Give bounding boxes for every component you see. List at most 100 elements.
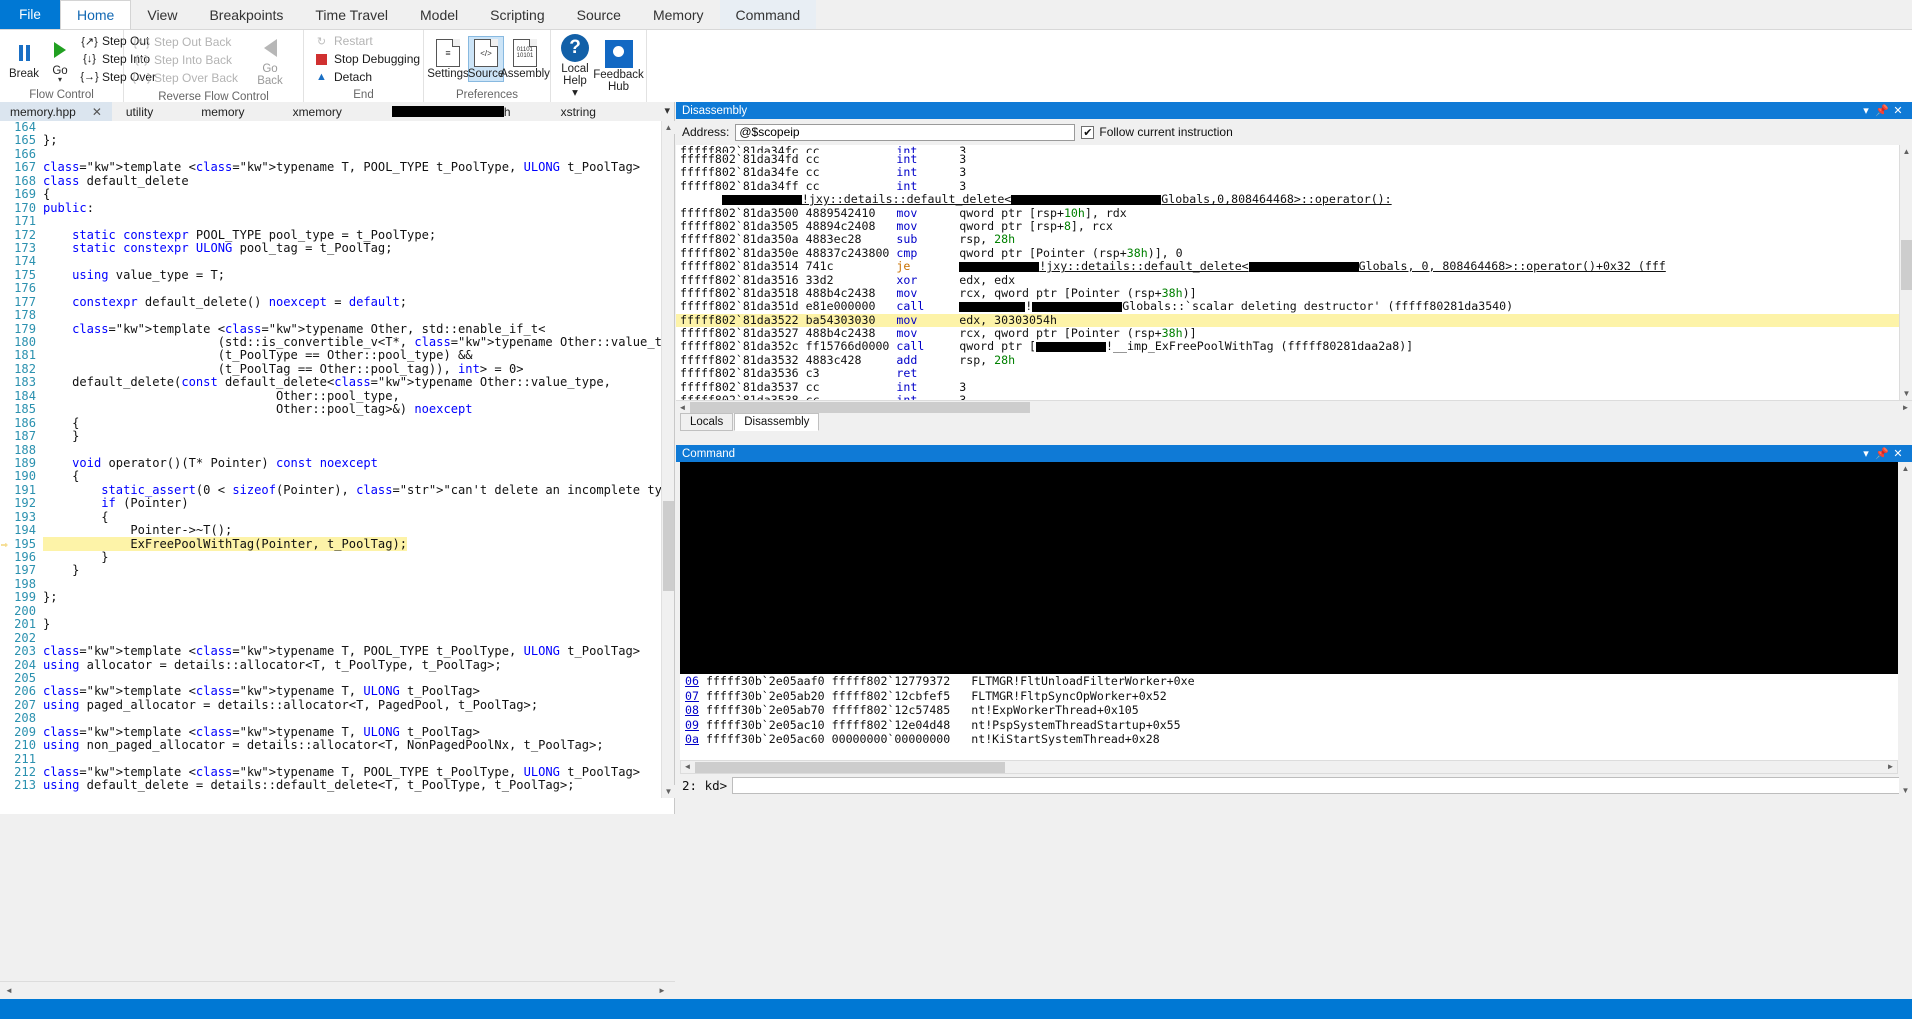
stack-frame-row[interactable]: 06 fffff30b`2e05aaf0 fffff802`12779372 F… [680, 674, 1898, 689]
editor-vscroll-thumb[interactable] [663, 501, 674, 591]
frame-index[interactable]: 0a [685, 732, 699, 746]
line-number: 213 [14, 778, 36, 793]
stack-frame-row[interactable]: 0a fffff30b`2e05ac60 00000000`00000000 n… [680, 732, 1898, 747]
pin-icon[interactable]: 📌 [1874, 104, 1890, 117]
ribbon-body: Break Go ▾ {↗} Step Out {↓} Step Into {→} S… [0, 29, 1912, 115]
frame-index[interactable]: 07 [685, 689, 699, 703]
disassembly-mnemonic: je [896, 259, 939, 274]
stack-frame-row[interactable]: 08 fffff30b`2e05ab70 fffff802`12c57485 n… [680, 703, 1898, 718]
step-into-back-label: Step Into Back [154, 53, 233, 67]
code-view[interactable]: 164 165}; 166 167 class="kw">template <class… [0, 121, 674, 798]
scroll-up-icon[interactable]: ▲ [1900, 145, 1912, 158]
chevron-down-icon[interactable]: ▾ [1858, 447, 1874, 460]
disassembly-horizontal-scrollbar[interactable]: ◄ ► [676, 400, 1912, 413]
step-out-back-button[interactable]: {↖} Step Out Back [130, 34, 252, 51]
scroll-down-icon[interactable]: ▼ [1899, 784, 1912, 797]
editor-tab-memory-hpp[interactable]: memory.hpp ✕ [0, 102, 112, 121]
stop-debugging-button[interactable]: Stop Debugging [310, 51, 424, 68]
detach-button[interactable]: ▲ Detach [310, 69, 424, 86]
ribbon-tab-scripting[interactable]: Scripting [474, 0, 560, 29]
ribbon-tab-breakpoints[interactable]: Breakpoints [193, 0, 299, 29]
feedback-person-icon [604, 39, 633, 69]
editor-vertical-scrollbar[interactable]: ▲ ▼ [661, 121, 675, 798]
code-line: 201} [0, 617, 674, 631]
go-dropdown-icon[interactable]: ▾ [58, 76, 62, 84]
ribbon-tab-source[interactable]: Source [561, 0, 637, 29]
close-icon[interactable]: ✕ [1890, 104, 1906, 117]
go-back-label-line1: Go [262, 63, 278, 75]
source-button[interactable]: </> Source [468, 36, 504, 82]
restart-button[interactable]: ↻ Restart [310, 33, 424, 50]
editor-tab-memory[interactable]: memory [191, 102, 282, 121]
tab-locals[interactable]: Locals [680, 413, 734, 431]
step-over-back-button[interactable]: {←} Step Over Back [130, 70, 252, 87]
close-icon[interactable]: ✕ [1890, 447, 1906, 460]
line-number: 189 [14, 455, 36, 470]
code-text: void operator()(T* Pointer) const noexce… [72, 455, 378, 470]
command-horizontal-scrollbar[interactable]: ◄ ► [680, 760, 1898, 774]
disassembly-hscroll-thumb[interactable] [690, 402, 1030, 413]
frame-index[interactable]: 09 [685, 718, 699, 732]
frame-index[interactable]: 08 [685, 703, 699, 717]
editor-tab-utility[interactable]: utility [112, 102, 191, 121]
editor-tab-xstring[interactable]: xstring [551, 102, 606, 121]
editor-tab-redacted[interactable]: h [382, 102, 551, 121]
ribbon-tab-memory[interactable]: Memory [637, 0, 720, 29]
local-help-button[interactable]: ? Local Help ▾ [557, 32, 593, 100]
editor-horizontal-scrollbar[interactable]: ◄ ► [0, 981, 675, 999]
code-line: 200 [0, 604, 674, 618]
local-help-label-line1: Local [561, 63, 589, 75]
ribbon-tab-time-travel[interactable]: Time Travel [299, 0, 404, 29]
ribbon-tab-file[interactable]: File [0, 0, 60, 29]
command-stack-output[interactable]: 06 fffff30b`2e05aaf0 fffff802`12779372 F… [680, 674, 1898, 760]
scroll-down-icon[interactable]: ▼ [662, 785, 675, 798]
step-into-back-button[interactable]: {↑} Step Into Back [130, 52, 252, 69]
chevron-down-icon[interactable]: ▾ [664, 104, 670, 117]
ribbon-tab-home[interactable]: Home [60, 0, 132, 29]
scroll-left-icon[interactable]: ◄ [676, 401, 689, 414]
scroll-right-icon[interactable]: ► [655, 984, 669, 998]
editor-tab-xmemory[interactable]: xmemory [283, 102, 382, 121]
scroll-up-icon[interactable]: ▲ [662, 121, 675, 134]
scroll-left-icon[interactable]: ◄ [681, 761, 694, 773]
ribbon-tab-model[interactable]: Model [404, 0, 474, 29]
assembly-button[interactable]: 01101 10101 Assembly [500, 37, 550, 81]
close-icon[interactable]: ✕ [92, 105, 102, 119]
scroll-left-icon[interactable]: ◄ [2, 984, 16, 998]
ribbon-tab-command[interactable]: Command [719, 0, 817, 29]
command-vertical-scrollbar[interactable]: ▲ ▼ [1899, 462, 1912, 797]
disassembly-listing[interactable]: fffff802`81da34fc cc int 3 fffff802`81da3… [676, 145, 1912, 400]
line-number: 176 [14, 281, 36, 296]
disassembly-bytes: 33d2 [805, 272, 897, 287]
disassembly-vertical-scrollbar[interactable]: ▲ ▼ [1899, 145, 1912, 400]
break-button[interactable]: Break [6, 37, 42, 81]
go-back-button[interactable]: Go Back [252, 32, 288, 88]
chevron-down-icon[interactable]: ▾ [1858, 104, 1874, 117]
pin-icon[interactable]: 📌 [1874, 447, 1890, 460]
checkbox-checked-icon[interactable]: ✔ [1081, 125, 1095, 139]
scroll-down-icon[interactable]: ▼ [1900, 387, 1912, 400]
command-hscroll-thumb[interactable] [695, 762, 1005, 773]
scroll-up-icon[interactable]: ▲ [1899, 462, 1912, 475]
code-text: (t_PoolType == Other::pool_type) && [43, 348, 473, 363]
frame-index[interactable]: 06 [685, 674, 699, 688]
command-title-bar: Command ▾ 📌 ✕ [676, 445, 1912, 462]
go-button[interactable]: Go ▾ [42, 34, 78, 84]
follow-current-instruction-checkbox[interactable]: ✔ Follow current instruction [1081, 125, 1233, 139]
stack-frame-row[interactable]: 07 fffff30b`2e05ab20 fffff802`12cbfef5 F… [680, 689, 1898, 704]
code-text: using paged_allocator = details::allocat… [43, 697, 539, 712]
disassembly-title: Disassembly [682, 104, 748, 117]
tab-disassembly[interactable]: Disassembly [734, 413, 820, 431]
disassembly-vscroll-thumb[interactable] [1901, 240, 1912, 290]
frame-address-b: fffff802`12779372 [831, 674, 951, 688]
address-input[interactable] [735, 123, 1076, 141]
scroll-right-icon[interactable]: ► [1899, 401, 1912, 414]
scroll-right-icon[interactable]: ► [1884, 761, 1897, 773]
command-input[interactable] [732, 776, 1908, 794]
feedback-hub-button[interactable]: Feedback Hub [593, 38, 644, 94]
stack-frame-row[interactable]: 09 fffff30b`2e05ac10 fffff802`12e04d48 n… [680, 718, 1898, 733]
frame-symbol: FLTMGR!FltUnloadFilterWorker+0xe [971, 674, 1195, 688]
settings-button[interactable]: ≡ Settings [427, 37, 469, 81]
ribbon-tab-view[interactable]: View [131, 0, 193, 29]
code-line: 172 static constexpr POOL_TYPE pool_type… [0, 228, 674, 242]
